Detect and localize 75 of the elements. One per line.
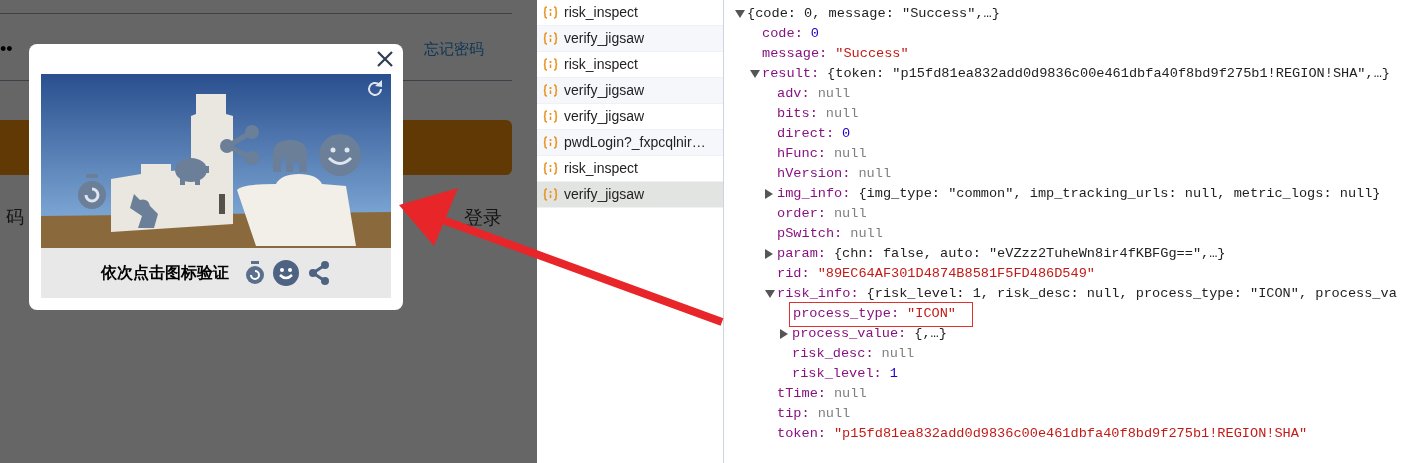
json-key: img_info: xyxy=(777,183,851,205)
json-value: "ICON" xyxy=(907,304,956,323)
expand-triangle-icon[interactable] xyxy=(765,189,773,199)
instruction-text: 依次点击图标验证 xyxy=(101,263,229,283)
json-value: 0 xyxy=(842,124,851,143)
json-key: hVersion: xyxy=(777,163,851,185)
json-value: {token: "p15fd81ea832add0d9836c00e461dbfa40f8bd9f275b1!REGION!SHA",…} xyxy=(827,64,1390,83)
json-braces-icon xyxy=(543,84,558,97)
json-value: null xyxy=(881,344,915,363)
json-key: hFunc: xyxy=(777,143,826,165)
json-key: bits: xyxy=(777,103,818,125)
request-row[interactable]: verify_jigsaw xyxy=(537,182,723,208)
json-key: rid: xyxy=(777,263,810,285)
share-icon xyxy=(307,261,331,285)
login-option-text: 码 xyxy=(6,206,24,229)
json-braces-icon xyxy=(543,6,558,19)
json-braces-icon xyxy=(543,188,558,201)
json-braces-icon xyxy=(543,32,558,45)
json-key: tTime: xyxy=(777,383,826,405)
json-value: 1 xyxy=(889,364,898,383)
stopwatch-icon xyxy=(245,261,265,285)
json-key: risk_level: xyxy=(792,363,882,385)
smiley-icon xyxy=(318,133,362,177)
stopwatch-icon xyxy=(77,174,107,210)
json-braces-icon xyxy=(543,162,558,175)
request-row[interactable]: verify_jigsaw xyxy=(537,26,723,52)
json-braces-icon xyxy=(543,110,558,123)
json-key: tip: xyxy=(777,403,810,425)
json-value: null xyxy=(833,144,867,163)
json-key: token: xyxy=(777,423,826,445)
password-value: •• xyxy=(0,38,13,61)
json-value: {risk_level: 1, risk_desc: null, process_type: "ICON", process_va xyxy=(866,284,1397,303)
json-key: risk_desc: xyxy=(792,343,874,365)
json-key: param: xyxy=(777,243,826,265)
json-value: {code: 0, message: "Success",…} xyxy=(747,4,1000,23)
json-value: null xyxy=(850,224,883,243)
json-key: process_type: xyxy=(793,303,900,325)
json-value: {,…} xyxy=(914,324,947,343)
json-braces-icon xyxy=(543,58,558,71)
json-value: {chn: false, auto: "eVZzz2TuheWn8ir4fKBFGg==",…} xyxy=(833,244,1226,263)
elephant-icon xyxy=(271,138,309,172)
expand-triangle-icon[interactable] xyxy=(780,329,788,339)
smiley-icon xyxy=(273,260,299,286)
json-key: risk_info: xyxy=(777,283,859,305)
json-key: adv: xyxy=(777,83,810,105)
json-value: null xyxy=(833,204,867,223)
json-value: "89EC64AF301D4874B8581F5FD486D549" xyxy=(817,264,1095,283)
json-value: 0 xyxy=(810,24,819,43)
login-option-text: 登录 xyxy=(464,206,502,230)
json-value: null xyxy=(817,404,851,423)
json-braces-icon xyxy=(543,136,558,149)
json-value: "Success" xyxy=(835,44,909,63)
share-icon xyxy=(218,124,260,166)
request-row[interactable]: pwdLogin?_fxpcqlnir… xyxy=(537,130,723,156)
json-value: null xyxy=(833,384,867,403)
json-value: {img_type: "common", imp_tracking_urls: null, metric_logs: null} xyxy=(858,184,1381,203)
json-value: null xyxy=(825,104,859,123)
collapse-triangle-icon[interactable] xyxy=(735,10,745,18)
request-row[interactable]: verify_jigsaw xyxy=(537,78,723,104)
json-key: direct: xyxy=(777,123,835,145)
refresh-icon[interactable] xyxy=(365,79,385,99)
json-value: null xyxy=(817,84,851,103)
json-value: null xyxy=(858,164,892,183)
json-value: "p15fd81ea832add0d9836c00e461dbfa40f8bd9f275b1!REGION!SHA" xyxy=(833,424,1308,443)
json-key: process_value: xyxy=(792,323,907,345)
collapse-triangle-icon[interactable] xyxy=(750,70,760,78)
json-key: order: xyxy=(777,203,826,225)
collapse-triangle-icon[interactable] xyxy=(765,290,775,298)
animal-icon xyxy=(128,192,160,230)
json-key: code: xyxy=(762,23,803,45)
json-key: message: xyxy=(762,43,828,65)
close-icon[interactable] xyxy=(377,51,393,67)
json-key: pSwitch: xyxy=(777,223,843,245)
json-key: result: xyxy=(762,63,820,85)
expand-triangle-icon[interactable] xyxy=(765,249,773,259)
